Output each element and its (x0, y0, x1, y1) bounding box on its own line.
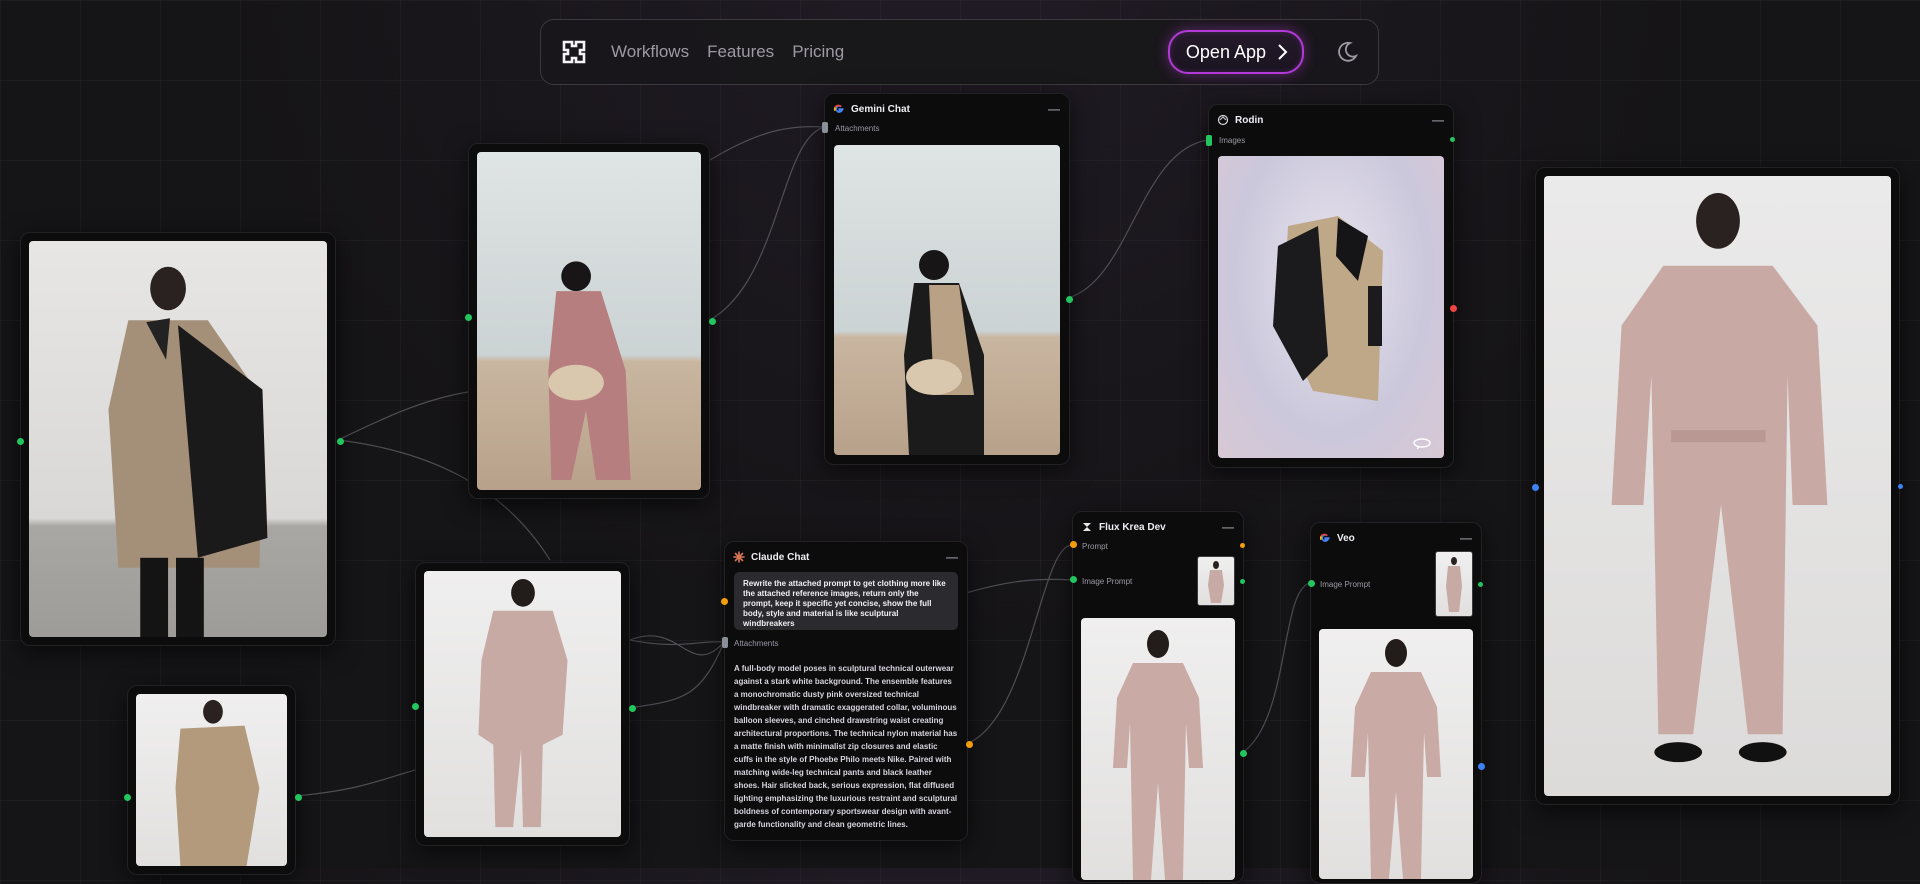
port-input[interactable] (1532, 484, 1539, 491)
menu-dots-icon[interactable]: — (1460, 531, 1473, 545)
node-header: Claude Chat — (733, 549, 959, 565)
port-label: Attachments (835, 124, 880, 133)
google-icon (833, 104, 844, 113)
port-output-image[interactable] (1478, 582, 1483, 587)
port-input[interactable] (465, 314, 472, 321)
attachments-port[interactable] (822, 122, 828, 133)
node-title: Veo (1337, 532, 1355, 544)
nav-workflows[interactable]: Workflows (611, 42, 689, 62)
attachments-port[interactable] (722, 637, 728, 648)
node-title: Flux Krea Dev (1099, 521, 1166, 533)
image-node-beige-hoodie[interactable] (124, 685, 302, 875)
node-title: Gemini Chat (851, 103, 910, 115)
node-title: Claude Chat (751, 551, 810, 563)
image-prompt-thumbnail[interactable] (1197, 556, 1235, 606)
image-prompt-port[interactable] (1070, 576, 1077, 583)
image-node-pink-coat[interactable] (412, 562, 636, 846)
chevron-right-icon (1278, 44, 1288, 60)
photo-gemini-output (834, 145, 1060, 455)
port-output[interactable] (1240, 543, 1245, 548)
photo-coat-model (29, 241, 327, 637)
node-title: Rodin (1235, 114, 1264, 126)
image-prompt-thumbnail[interactable] (1435, 551, 1473, 617)
port-input[interactable] (124, 794, 131, 801)
port-label-image-prompt: Image Prompt (1082, 577, 1133, 586)
menu-dots-icon[interactable]: — (1048, 102, 1061, 116)
photo-pink-coat (424, 571, 621, 837)
port-output-main[interactable] (1240, 750, 1247, 757)
photo-final-pink-jumpsuit (1544, 176, 1891, 796)
port-output[interactable] (295, 794, 302, 801)
google-icon (1319, 533, 1330, 542)
menu-dots-icon[interactable]: — (1222, 520, 1235, 534)
node-header: Rodin — (1217, 112, 1445, 128)
photo-desert-pink (477, 152, 701, 490)
gemini-chat-node[interactable]: Gemini Chat — Attachments (822, 93, 1073, 465)
port-output-image[interactable] (1240, 579, 1245, 584)
image-node-desert-pink[interactable] (465, 143, 716, 499)
flux-icon (1083, 523, 1091, 531)
menu-dots-icon[interactable]: — (1432, 113, 1445, 127)
image-node-coat[interactable] (17, 232, 344, 646)
port-output[interactable] (1478, 763, 1485, 770)
open-app-label: Open App (1185, 41, 1266, 62)
rodin-node[interactable]: Rodin — Images (1206, 104, 1457, 468)
flux-krea-dev-node[interactable]: Flux Krea Dev — Prompt Image Prompt (1070, 511, 1247, 883)
moon-icon[interactable] (1336, 41, 1358, 63)
veo-node[interactable]: Veo — Image Prompt (1308, 522, 1485, 884)
images-port[interactable] (1206, 135, 1212, 146)
port-input[interactable] (412, 703, 419, 710)
photo-flux-output (1081, 618, 1235, 880)
menu-dots-icon[interactable]: — (946, 550, 959, 564)
port-output[interactable] (709, 318, 716, 325)
response-text: A full-body model poses in sculptural te… (734, 664, 958, 829)
node-header: Veo — (1319, 530, 1473, 546)
node-header: Flux Krea Dev — (1081, 519, 1235, 535)
nav-features[interactable]: Features (707, 42, 774, 62)
nav-pricing[interactable]: Pricing (792, 42, 844, 62)
logo-icon[interactable] (561, 39, 587, 65)
port-label: Attachments (734, 639, 779, 648)
rodin-icon (1217, 114, 1229, 126)
prompt-port[interactable] (1070, 541, 1077, 548)
node-header: Gemini Chat — (833, 101, 1061, 117)
port-output[interactable] (629, 705, 636, 712)
photo-3d-jacket (1218, 156, 1444, 458)
port-output-top[interactable] (1450, 137, 1455, 142)
rotate-3d-icon[interactable] (1412, 436, 1432, 450)
image-node-final[interactable] (1532, 167, 1903, 805)
open-app-button[interactable]: Open App (1167, 30, 1304, 74)
port-output[interactable] (966, 741, 973, 748)
port-output[interactable] (1450, 305, 1457, 312)
image-prompt-port[interactable] (1308, 580, 1315, 587)
port-label: Image Prompt (1320, 580, 1371, 589)
prompt-text[interactable]: Rewrite the attached prompt to get cloth… (734, 572, 958, 630)
top-nav: Workflows Features Pricing Open App (540, 19, 1379, 85)
port-label: Images (1219, 136, 1246, 145)
photo-beige-hoodie (136, 694, 287, 866)
port-output[interactable] (1066, 296, 1073, 303)
claude-chat-node[interactable]: Claude Chat — Rewrite the attached promp… (721, 541, 973, 841)
claude-icon (733, 551, 745, 563)
port-label-prompt: Prompt (1082, 542, 1108, 551)
photo-veo-output (1319, 629, 1473, 879)
prompt-port[interactable] (721, 598, 728, 605)
port-output[interactable] (337, 438, 344, 445)
port-input[interactable] (17, 438, 24, 445)
port-output[interactable] (1898, 484, 1903, 489)
